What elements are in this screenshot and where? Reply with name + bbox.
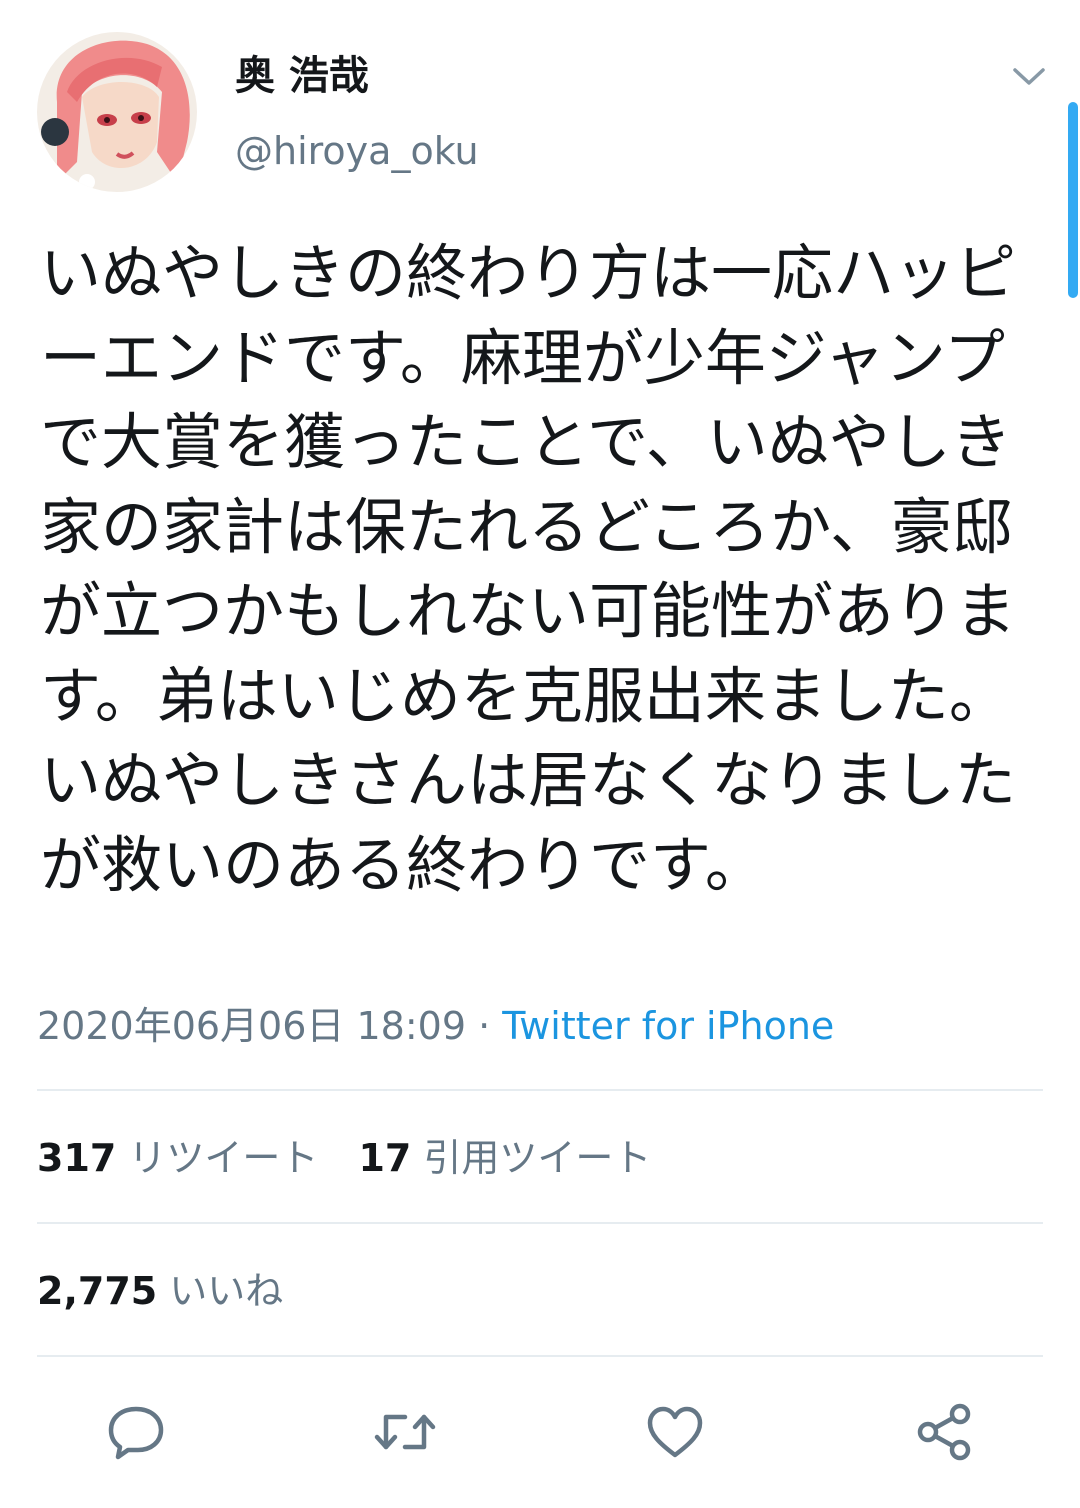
- user-handle[interactable]: @hiroya_oku: [235, 126, 479, 176]
- timestamp[interactable]: 2020年06月06日 18:09: [37, 1004, 466, 1048]
- reply-icon[interactable]: [96, 1392, 176, 1472]
- quotes-count: 17: [358, 1136, 412, 1180]
- tweet-meta: 2020年06月06日 18:09 · Twitter for iPhone: [37, 998, 834, 1054]
- likes-row: 2,775 いいね: [37, 1263, 283, 1319]
- divider: [37, 1089, 1043, 1091]
- share-icon[interactable]: [904, 1392, 984, 1472]
- likes-label: いいね: [169, 1269, 284, 1313]
- likes-count: 2,775: [37, 1269, 158, 1313]
- action-bar: [0, 1392, 1080, 1472]
- display-name[interactable]: 奥 浩哉: [235, 50, 369, 102]
- avatar[interactable]: [37, 32, 197, 192]
- source-link[interactable]: Twitter for iPhone: [502, 1004, 834, 1048]
- tweet-text: いぬやしきの終わり方は一応ハッピーエンドです。麻理が少年ジャンプで大賞を獲ったこ…: [40, 238, 1017, 901]
- likes-stat[interactable]: 2,775 いいね: [37, 1263, 283, 1319]
- heart-icon[interactable]: [635, 1392, 715, 1472]
- retweets-label: リツイート: [128, 1136, 319, 1180]
- quotes-label: 引用ツイート: [423, 1136, 652, 1180]
- retweets-stat[interactable]: 317 リツイート: [37, 1130, 318, 1186]
- meta-separator: ·: [466, 1004, 503, 1048]
- scrollbar[interactable]: [1068, 102, 1078, 298]
- quotes-stat[interactable]: 17 引用ツイート: [358, 1130, 651, 1186]
- chevron-down-icon[interactable]: [1004, 52, 1054, 102]
- stats-row: 317 リツイート 17 引用ツイート: [37, 1130, 651, 1186]
- divider: [37, 1355, 1043, 1357]
- retweet-icon[interactable]: [365, 1392, 445, 1472]
- retweets-count: 317: [37, 1136, 117, 1180]
- tweet-detail: 奥 浩哉 @hiroya_oku いぬやしきの終わり方は一応ハッピーエンドです。…: [0, 0, 1080, 1508]
- divider: [37, 1222, 1043, 1224]
